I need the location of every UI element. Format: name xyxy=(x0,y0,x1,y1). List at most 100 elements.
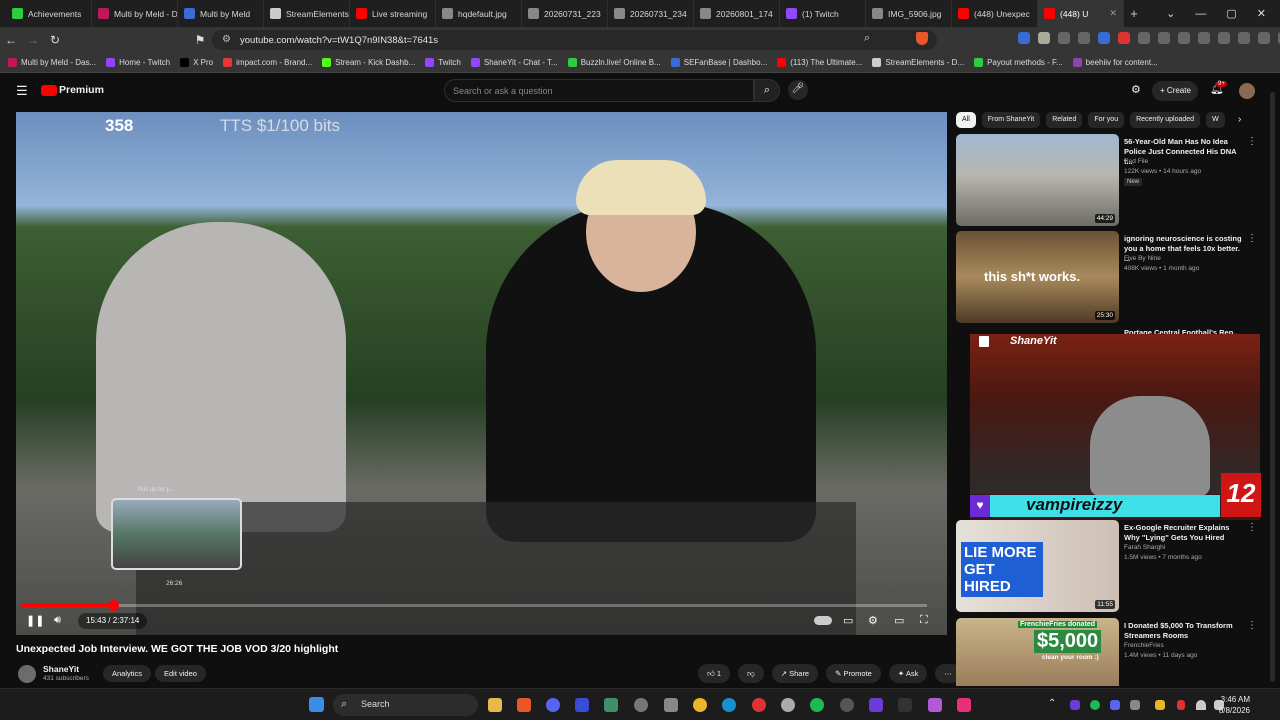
minimize-button[interactable]: — xyxy=(1195,8,1206,20)
tray-chevron-icon[interactable]: ⌃ xyxy=(1048,698,1056,709)
filter-chip[interactable]: Recently uploaded xyxy=(1130,112,1201,128)
browser-tab[interactable]: StreamElements xyxy=(264,0,350,27)
tray-icon[interactable] xyxy=(1070,700,1080,710)
browser-tab[interactable]: (448) Unexpec xyxy=(952,0,1038,27)
extension-icon[interactable] xyxy=(1158,32,1170,44)
app-icon[interactable] xyxy=(840,698,854,712)
reload-icon[interactable]: ↻ xyxy=(44,33,66,47)
channel-avatar[interactable] xyxy=(18,665,36,683)
browser-tab[interactable]: (1) Twitch xyxy=(780,0,866,27)
youtube-premium-label[interactable]: Premium xyxy=(59,84,104,96)
recommendation-item[interactable]: LIE MORE GET HIRED 11:55 Ex-Google Recru… xyxy=(956,520,1266,612)
browser-tab[interactable]: Multi by Meld - Dash xyxy=(92,0,178,27)
sidebar-scrollbar[interactable] xyxy=(1270,92,1275,682)
like-button[interactable]: 👍︎ 1 xyxy=(698,664,731,683)
tray-icon[interactable] xyxy=(1110,700,1120,710)
taskbar-search[interactable]: Search xyxy=(333,694,478,716)
recommendation-channel[interactable]: FrenchieFries xyxy=(1124,642,1164,649)
account-avatar[interactable] xyxy=(1239,83,1255,99)
channel-name[interactable]: ShaneYit xyxy=(43,664,79,674)
search-input[interactable]: Search or ask a question xyxy=(444,79,754,102)
extension-icon[interactable] xyxy=(1018,32,1030,44)
dislike-button[interactable]: 👎︎ xyxy=(738,664,764,683)
filter-chip[interactable]: W xyxy=(1206,112,1225,128)
tray-icon[interactable] xyxy=(1090,700,1100,710)
tray-icon[interactable] xyxy=(1130,700,1140,710)
wallet-icon[interactable] xyxy=(1198,32,1210,44)
extension-icon[interactable] xyxy=(1058,32,1070,44)
recommendation-item[interactable]: this sh*t works. 25:30 ignoring neurosci… xyxy=(956,231,1266,323)
close-window-button[interactable]: ✕ xyxy=(1257,7,1266,20)
close-tab-icon[interactable]: ✕ xyxy=(1109,8,1117,19)
bookmark-item[interactable]: StreamElements - D... xyxy=(872,58,964,67)
browser-tab[interactable]: 20260801_174 xyxy=(694,0,780,27)
promote-button[interactable]: ✎ Promote xyxy=(826,664,881,683)
browser-tab[interactable]: hqdefault.jpg xyxy=(436,0,522,27)
browser-tab[interactable]: (448) U ✕ xyxy=(1038,0,1124,27)
more-options-icon[interactable]: ⋮ xyxy=(1247,233,1257,244)
more-options-icon[interactable]: ⋮ xyxy=(1247,522,1257,533)
bookmark-item[interactable]: X Pro xyxy=(180,58,213,67)
recommendation-title[interactable]: I Donated $5,000 To Transform Streamers … xyxy=(1124,621,1244,641)
browser-tab[interactable]: Achievements xyxy=(6,0,92,27)
system-clock[interactable]: 3:46 AM 8/8/2026 xyxy=(1219,694,1250,716)
app-icon[interactable] xyxy=(664,698,678,712)
progress-bar[interactable] xyxy=(22,604,927,607)
youtube-logo-icon[interactable] xyxy=(41,85,57,96)
app-icon[interactable] xyxy=(575,698,589,712)
app-icon[interactable] xyxy=(928,698,942,712)
tab-search-chevron-icon[interactable]: ⌄ xyxy=(1166,7,1175,20)
terminal-icon[interactable] xyxy=(898,698,912,712)
extension-icon[interactable] xyxy=(1218,32,1230,44)
discord-icon[interactable] xyxy=(546,698,560,712)
filter-chip[interactable]: For you xyxy=(1088,112,1125,128)
chrome-icon[interactable] xyxy=(693,698,707,712)
browser-tab[interactable]: Multi by Meld xyxy=(178,0,264,27)
mic-tray-icon[interactable] xyxy=(1177,700,1185,710)
zoom-icon[interactable]: ⌕ xyxy=(864,32,870,45)
settings-icon[interactable]: ⚙ xyxy=(868,614,878,627)
browser-tab[interactable]: 20260731_223 xyxy=(522,0,608,27)
theater-mode-icon[interactable]: ▭ xyxy=(894,614,904,627)
hamburger-menu-icon[interactable]: ☰ xyxy=(16,83,28,99)
app-icon[interactable] xyxy=(752,698,766,712)
tray-icon[interactable] xyxy=(1155,700,1165,710)
more-options-icon[interactable]: ⋮ xyxy=(1247,136,1257,147)
browser-tab[interactable]: Live streaming xyxy=(350,0,436,27)
search-icon[interactable]: ⌕ xyxy=(754,79,780,102)
forward-icon[interactable]: → xyxy=(22,33,44,47)
app-icon[interactable] xyxy=(634,698,648,712)
twitch-popout-player[interactable] xyxy=(970,334,1260,520)
site-info-icon[interactable]: ⚙ xyxy=(222,34,231,45)
sidebar-icon[interactable] xyxy=(1178,32,1190,44)
bookmark-item[interactable]: Stream - Kick Dashb... xyxy=(322,58,415,67)
more-options-icon[interactable]: ⋮ xyxy=(1247,620,1257,631)
app-icon[interactable] xyxy=(869,698,883,712)
subtitles-icon[interactable]: ▭ xyxy=(843,614,853,627)
bookmark-item[interactable]: Payout methods - F... xyxy=(974,58,1063,67)
maximize-button[interactable]: ▢ xyxy=(1226,7,1236,20)
recommendation-item[interactable]: FrenchieFries donated $5,000 clean your … xyxy=(956,618,1266,686)
filter-chip[interactable]: All xyxy=(956,112,976,128)
bookmark-item[interactable]: Buzzln.live! Online B... xyxy=(567,58,661,67)
analytics-button[interactable]: Analytics xyxy=(103,665,152,682)
thumbnail[interactable]: 44:29 xyxy=(956,134,1119,226)
url-field[interactable]: youtube.com/watch?v=tW1Q7n9IN38&t=7641s xyxy=(212,30,937,50)
extension-icon[interactable] xyxy=(1098,32,1110,44)
chevron-right-icon[interactable]: › xyxy=(1238,114,1241,125)
vpn-icon[interactable] xyxy=(1238,32,1250,44)
spotify-icon[interactable] xyxy=(810,698,824,712)
edge-icon[interactable] xyxy=(722,698,736,712)
wifi-icon[interactable] xyxy=(1196,700,1206,710)
bookmark-item[interactable]: ShaneYit - Chat - T... xyxy=(470,58,558,67)
cast-icon[interactable]: ⚙ xyxy=(1131,83,1141,96)
extension-icon[interactable] xyxy=(1118,32,1130,44)
bookmark-item[interactable]: Home - Twitch xyxy=(106,58,170,67)
autoplay-toggle[interactable] xyxy=(814,616,832,625)
app-icon[interactable] xyxy=(957,698,971,712)
back-icon[interactable]: ← xyxy=(0,33,22,47)
bookmark-item[interactable]: impact.com - Brand... xyxy=(223,58,312,67)
thumbnail[interactable]: FrenchieFries donated $5,000 clean your … xyxy=(956,618,1119,686)
start-icon[interactable] xyxy=(309,697,324,712)
edit-video-button[interactable]: Edit video xyxy=(155,665,206,682)
